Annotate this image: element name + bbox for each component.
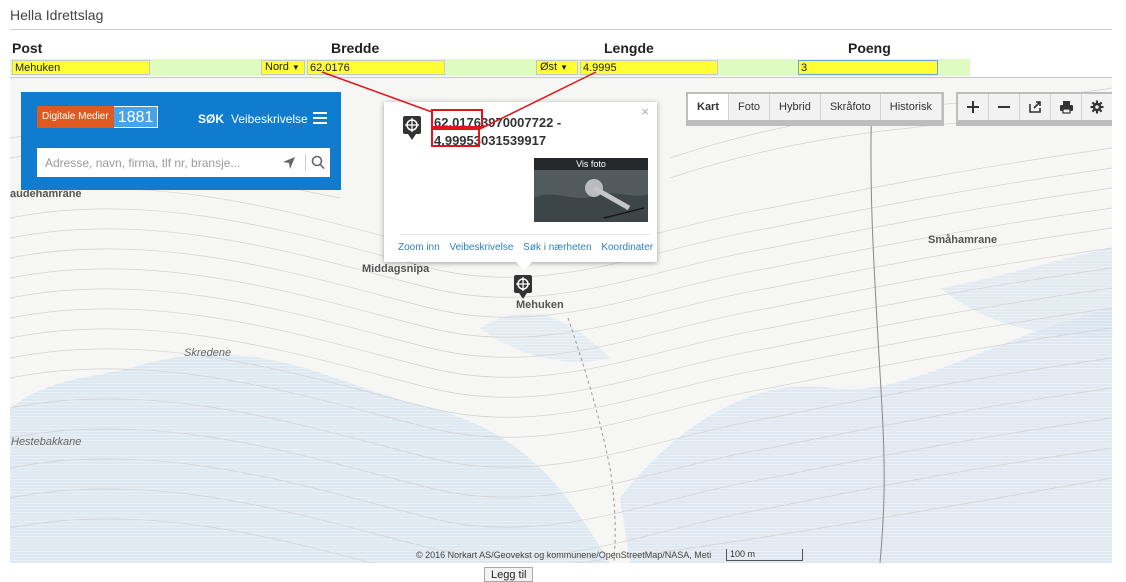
add-button[interactable]: Legg til xyxy=(484,567,534,582)
lon-direction-select[interactable]: Øst ▼ xyxy=(536,60,578,75)
place-skredene: Skredene xyxy=(184,347,232,359)
header-post: Post xyxy=(12,40,43,56)
layer-hybrid[interactable]: Hybrid xyxy=(770,94,821,120)
map-location-marker[interactable] xyxy=(513,274,533,305)
search-divider xyxy=(305,154,306,171)
share-icon xyxy=(1029,101,1041,113)
coord-lon-head: 4.9995 xyxy=(434,133,474,148)
hamburger-menu-icon[interactable] xyxy=(313,112,327,124)
coord-lat-tail: 3970007722 - xyxy=(481,115,562,130)
popup-tail xyxy=(516,262,532,270)
map-scale-bar: 100 m xyxy=(726,549,803,561)
lon-direction-value: Øst xyxy=(540,61,558,73)
app-title: Hella Idrettslag xyxy=(10,7,104,23)
lat-direction-select[interactable]: Nord ▼ xyxy=(261,60,305,75)
popup-coordinates: 62.01763970007722 - 4.99953031539917 xyxy=(434,114,561,150)
settings-button[interactable] xyxy=(1082,94,1112,120)
search-panel: Digitale Medier 1881 SØK Veibeskrivelse xyxy=(21,92,341,190)
layer-switcher: Kart Foto Hybrid Skråfoto Historisk xyxy=(686,92,944,126)
input-row: Nord▼ Øst▼ xyxy=(10,59,970,76)
minus-icon xyxy=(998,106,1010,108)
logo-text-right: 1881 xyxy=(113,106,159,128)
map-view[interactable]: audehamrane Middagsnipa Mehuken Småhamra… xyxy=(10,77,1112,563)
plus-icon xyxy=(967,101,979,113)
tab-search[interactable]: SØK xyxy=(198,112,224,126)
chevron-down-icon: ▼ xyxy=(560,63,569,72)
popup-links: Zoom inn Veibeskrivelse Søk i nærheten K… xyxy=(398,242,660,253)
lat-direction-value: Nord xyxy=(265,61,289,73)
share-button[interactable] xyxy=(1020,94,1051,120)
layer-foto[interactable]: Foto xyxy=(729,94,771,120)
column-headers: Post Bredde Lengde Poeng xyxy=(10,40,1112,56)
link-coordinates[interactable]: Koordinater xyxy=(601,242,653,253)
close-icon[interactable]: × xyxy=(641,104,649,119)
link-search-nearby[interactable]: Søk i nærheten xyxy=(523,242,591,253)
coord-longitude: 4.99953031539917 xyxy=(434,132,561,150)
post-input[interactable] xyxy=(12,60,150,75)
poeng-input[interactable] xyxy=(798,60,938,75)
view-photo-label: Vis foto xyxy=(534,158,648,170)
place-middagsnipa: Middagsnipa xyxy=(362,263,430,275)
layer-skrafoto[interactable]: Skråfoto xyxy=(820,94,881,120)
location-popup: × 62.01763970007722 - 4.99953031539917 V… xyxy=(384,102,660,270)
locate-arrow-icon[interactable] xyxy=(282,156,296,170)
zoom-in-button[interactable] xyxy=(958,94,989,120)
print-button[interactable] xyxy=(1051,94,1082,120)
lon-input[interactable] xyxy=(580,60,718,75)
chevron-down-icon: ▼ xyxy=(291,63,300,72)
tab-route[interactable]: Veibeskrivelse xyxy=(231,112,308,126)
coord-lat-head: 62.0176 xyxy=(434,115,481,130)
coord-lon-tail: 3031539917 xyxy=(473,133,547,148)
header-poeng: Poeng xyxy=(848,40,891,56)
digitale-medier-logo[interactable]: Digitale Medier 1881 xyxy=(37,106,159,128)
target-pin-icon xyxy=(514,275,532,299)
search-icon[interactable] xyxy=(310,154,326,171)
logo-text-left: Digitale Medier xyxy=(37,106,114,128)
gear-icon xyxy=(1090,100,1104,114)
layer-historisk[interactable]: Historisk xyxy=(880,94,942,120)
coord-latitude: 62.01763970007722 - xyxy=(434,114,561,132)
search-input[interactable] xyxy=(37,148,293,177)
link-directions[interactable]: Veibeskrivelse xyxy=(449,242,513,253)
place-hestebakkane: Hestebakkane xyxy=(11,436,82,448)
title-divider xyxy=(10,29,1112,30)
header-bredde: Bredde xyxy=(331,40,380,56)
map-tools xyxy=(956,92,1112,126)
zoom-out-button[interactable] xyxy=(989,94,1020,120)
place-smaahamrane: Småhamrane xyxy=(928,234,998,246)
link-zoom-in[interactable]: Zoom inn xyxy=(398,242,440,253)
lat-input[interactable] xyxy=(307,60,445,75)
print-icon xyxy=(1059,101,1073,114)
header-lengde: Lengde xyxy=(604,40,654,56)
view-photo-thumbnail[interactable]: Vis foto xyxy=(534,158,648,222)
layer-kart[interactable]: Kart xyxy=(688,94,730,120)
popup-divider xyxy=(400,234,650,235)
map-attribution: © 2016 Norkart AS/Geovekst og kommunene/… xyxy=(416,550,712,560)
target-pin-icon xyxy=(403,116,421,140)
search-box xyxy=(37,148,330,177)
